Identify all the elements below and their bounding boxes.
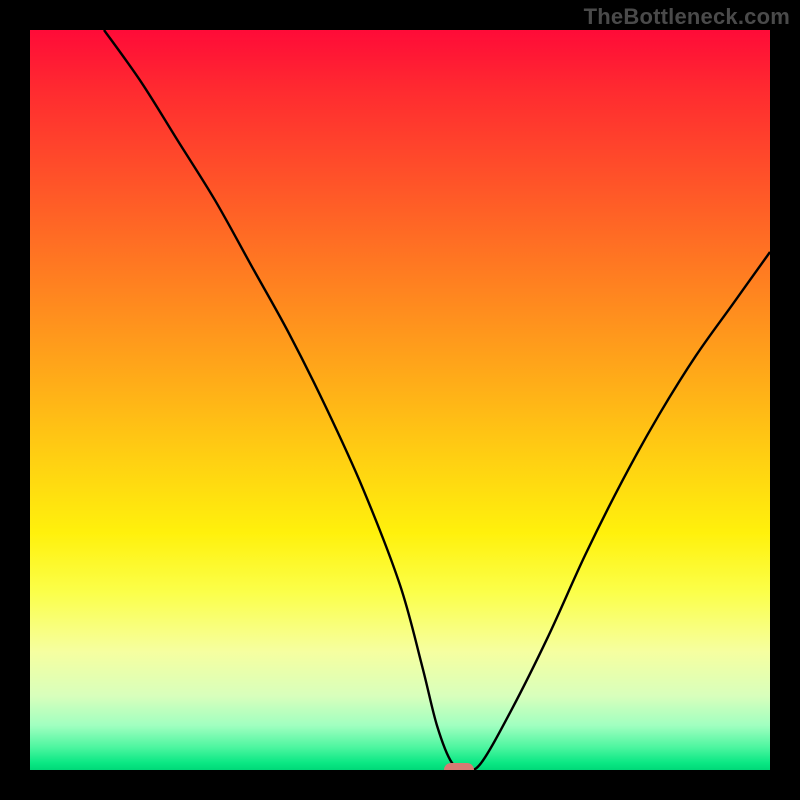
plot-area [30,30,770,770]
watermark-text: TheBottleneck.com [584,4,790,30]
optimal-point-marker [444,763,474,770]
bottleneck-curve [30,30,770,770]
chart-frame: TheBottleneck.com [0,0,800,800]
